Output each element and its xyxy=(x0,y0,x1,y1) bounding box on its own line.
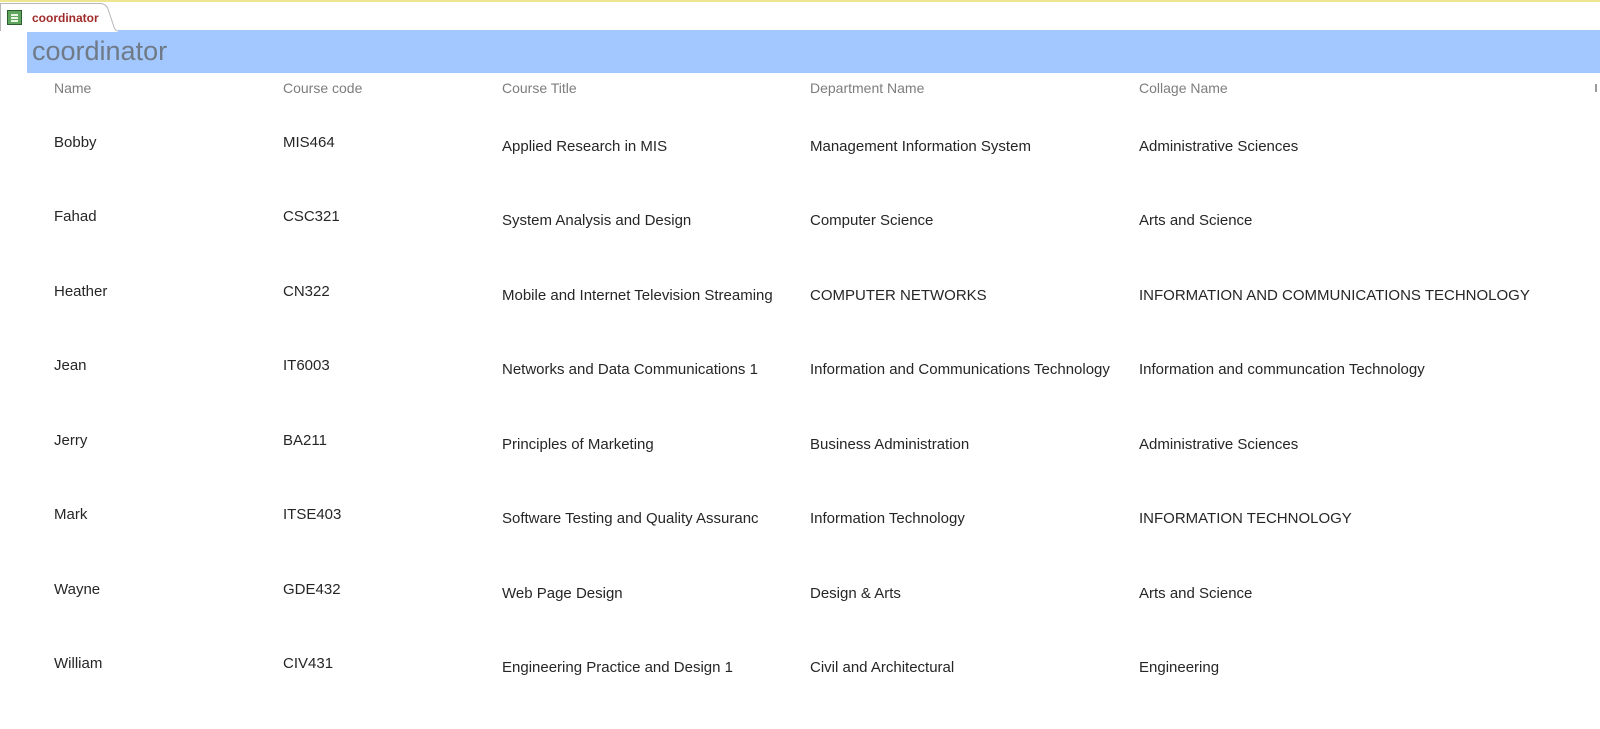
document-tab-coordinator[interactable]: coordinator xyxy=(0,3,118,32)
cell-course-code[interactable]: BA211 xyxy=(283,432,327,449)
cell-collage-name[interactable]: Arts and Science xyxy=(1139,585,1252,602)
cell-department-name[interactable]: Information and Communications Technolog… xyxy=(810,361,1110,378)
cell-course-title[interactable]: Applied Research in MIS xyxy=(502,138,667,155)
cell-collage-name[interactable]: INFORMATION AND COMMUNICATIONS TECHNOLOG… xyxy=(1139,287,1530,304)
table-row: Jean IT6003 Networks and Data Communicat… xyxy=(0,357,1600,431)
column-edge-marker xyxy=(1595,84,1597,92)
cell-name[interactable]: Mark xyxy=(54,506,87,523)
cell-department-name[interactable]: Design & Arts xyxy=(810,585,901,602)
cell-department-name[interactable]: Business Administration xyxy=(810,436,969,453)
cell-course-title[interactable]: Software Testing and Quality Assuranc xyxy=(502,510,759,527)
cell-collage-name[interactable]: Arts and Science xyxy=(1139,212,1252,229)
cell-department-name[interactable]: Information Technology xyxy=(810,510,965,527)
cell-course-title[interactable]: Networks and Data Communications 1 xyxy=(502,361,758,378)
cell-course-code[interactable]: ITSE403 xyxy=(283,506,341,523)
cell-name[interactable]: Jerry xyxy=(54,432,87,449)
cell-name[interactable]: William xyxy=(54,655,102,672)
table-row: William CIV431 Engineering Practice and … xyxy=(0,655,1600,729)
cell-course-title[interactable]: Engineering Practice and Design 1 xyxy=(502,659,733,676)
cell-course-title[interactable]: Mobile and Internet Television Streaming xyxy=(502,287,773,304)
cell-course-code[interactable]: GDE432 xyxy=(283,581,341,598)
cell-collage-name[interactable]: Administrative Sciences xyxy=(1139,436,1298,453)
table-row: Bobby MIS464 Applied Research in MIS Man… xyxy=(0,134,1600,208)
form-icon xyxy=(7,10,22,25)
cell-name[interactable]: Fahad xyxy=(54,208,97,225)
cell-department-name[interactable]: Civil and Architectural xyxy=(810,659,954,676)
column-header-collage-name: Collage Name xyxy=(1139,80,1228,96)
document-tab-label: coordinator xyxy=(32,10,99,25)
column-header-course-title: Course Title xyxy=(502,80,577,96)
cell-collage-name[interactable]: Engineering xyxy=(1139,659,1219,676)
column-header-course-code: Course code xyxy=(283,80,363,96)
cell-department-name[interactable]: COMPUTER NETWORKS xyxy=(810,287,987,304)
form-header: coordinator xyxy=(27,30,1600,73)
table-row: Wayne GDE432 Web Page Design Design & Ar… xyxy=(0,581,1600,655)
cell-course-title[interactable]: Principles of Marketing xyxy=(502,436,654,453)
cell-course-code[interactable]: MIS464 xyxy=(283,134,335,151)
cell-course-code[interactable]: CSC321 xyxy=(283,208,340,225)
cell-course-code[interactable]: CN322 xyxy=(283,283,330,300)
column-header-department-name: Department Name xyxy=(810,80,925,96)
cell-name[interactable]: Heather xyxy=(54,283,107,300)
table-row: Jerry BA211 Principles of Marketing Busi… xyxy=(0,432,1600,506)
cell-department-name[interactable]: Computer Science xyxy=(810,212,933,229)
cell-collage-name[interactable]: INFORMATION TECHNOLOGY xyxy=(1139,510,1352,527)
table-row: Heather CN322 Mobile and Internet Televi… xyxy=(0,283,1600,357)
table-row: Mark ITSE403 Software Testing and Qualit… xyxy=(0,506,1600,580)
table-row: Fahad CSC321 System Analysis and Design … xyxy=(0,208,1600,282)
cell-course-title[interactable]: System Analysis and Design xyxy=(502,212,691,229)
cell-name[interactable]: Wayne xyxy=(54,581,100,598)
cell-department-name[interactable]: Management Information System xyxy=(810,138,1031,155)
cell-name[interactable]: Jean xyxy=(54,357,87,374)
form-title: coordinator xyxy=(32,36,168,66)
cell-course-code[interactable]: CIV431 xyxy=(283,655,333,672)
document-tab-strip: coordinator xyxy=(0,0,1600,32)
column-header-name: Name xyxy=(54,80,92,96)
cell-collage-name[interactable]: Information and communcation Technology xyxy=(1139,361,1425,378)
cell-course-title[interactable]: Web Page Design xyxy=(502,585,623,602)
cell-name[interactable]: Bobby xyxy=(54,134,97,151)
cell-collage-name[interactable]: Administrative Sciences xyxy=(1139,138,1298,155)
cell-course-code[interactable]: IT6003 xyxy=(283,357,330,374)
